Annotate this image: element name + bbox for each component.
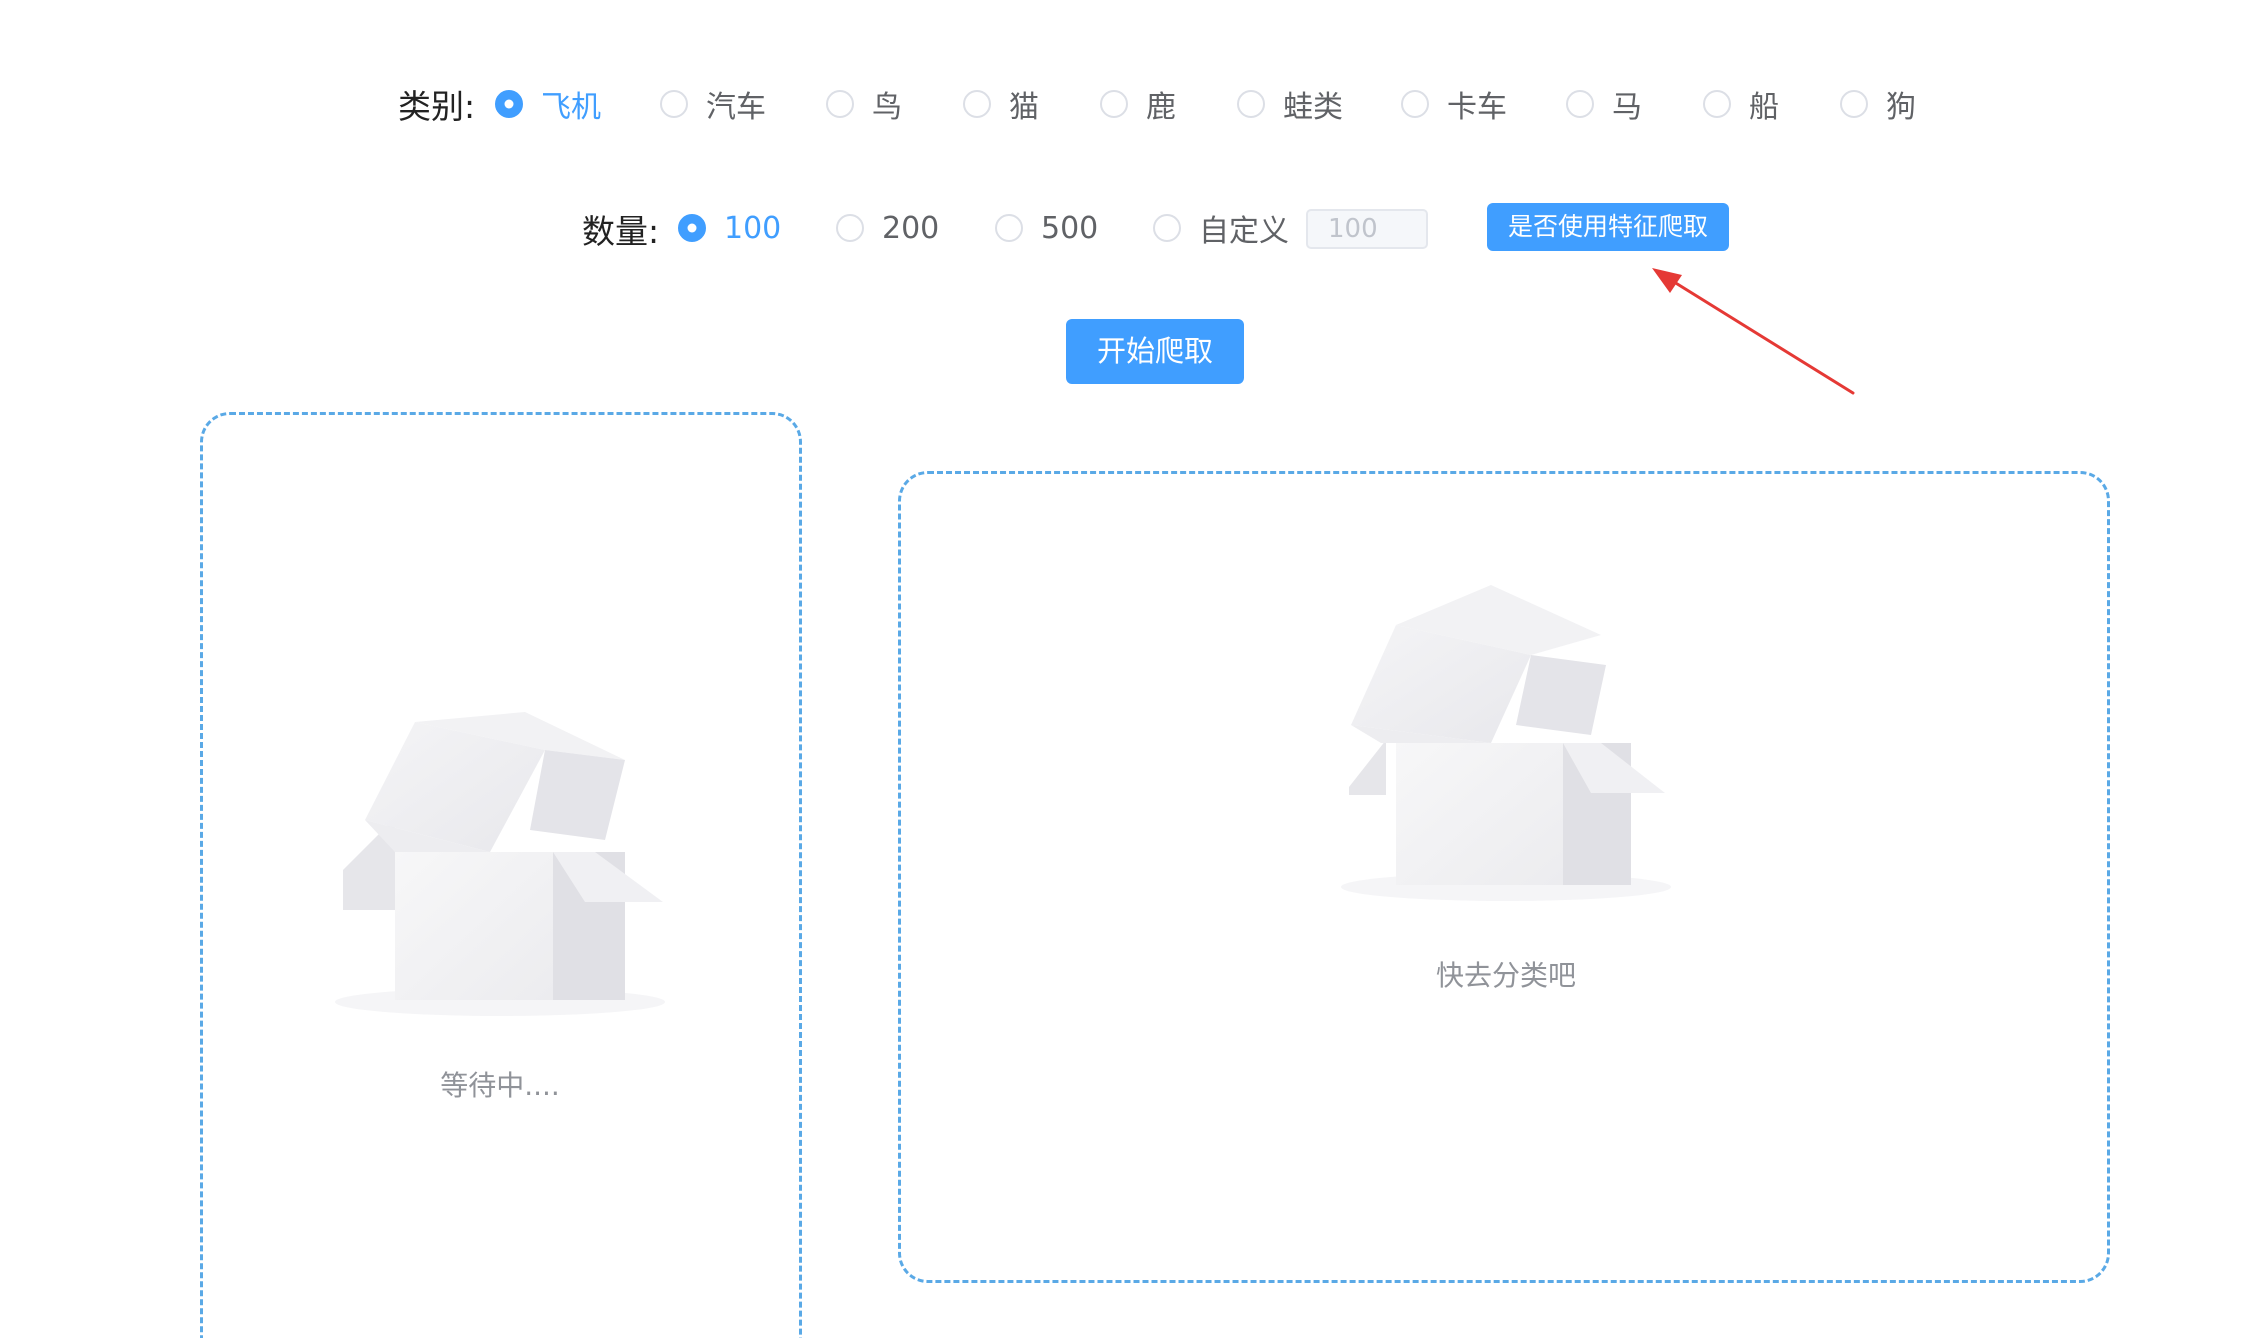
radio-label: 鹿 [1146,90,1176,125]
empty-box-icon [335,712,665,1016]
radio-icon[interactable] [826,90,854,118]
radio-label: 100 [724,210,782,246]
category-radio-frog[interactable]: 蛙类 [1237,79,1343,129]
classify-prompt-text: 快去分类吧 [1435,959,1576,992]
category-radio-horse[interactable]: 马 [1566,79,1642,129]
quantity-label: 数量: [582,212,660,251]
radio-label: 狗 [1886,90,1916,125]
radio-label: 汽车 [706,90,766,125]
radio-icon[interactable] [1703,90,1731,118]
category-radio-ship[interactable]: 船 [1703,79,1779,129]
empty-box-icon [1341,585,1671,901]
category-radio-airplane[interactable]: 飞机 [495,79,601,129]
radio-icon[interactable] [836,214,864,242]
category-radio-dog[interactable]: 狗 [1840,79,1916,129]
radio-label: 蛙类 [1283,90,1343,125]
radio-label: 鸟 [872,90,902,125]
category-radio-cat[interactable]: 猫 [963,79,1039,129]
category-radio-deer[interactable]: 鹿 [1100,79,1176,129]
category-row: 类别: [398,74,475,134]
radio-label: 自定义 [1199,214,1289,249]
radio-icon[interactable] [1566,90,1594,118]
page: 类别: 飞机 汽车 鸟 猫 鹿 蛙类 卡车 马 船 狗 数量: 100 200 … [0,0,2246,1338]
radio-icon[interactable] [1401,90,1429,118]
radio-label: 马 [1612,90,1642,125]
category-radio-truck[interactable]: 卡车 [1401,79,1507,129]
radio-label: 500 [1041,210,1099,246]
radio-label: 船 [1749,90,1779,125]
quantity-radio-500[interactable]: 500 [995,203,1098,253]
radio-checked-icon[interactable] [678,214,706,242]
radio-icon[interactable] [660,90,688,118]
category-radio-bird[interactable]: 鸟 [826,79,902,129]
radio-label: 200 [882,210,940,246]
custom-quantity-input[interactable] [1306,209,1428,249]
category-radio-car[interactable]: 汽车 [660,79,766,129]
quantity-radio-100[interactable]: 100 [678,203,781,253]
start-crawl-button[interactable]: 开始爬取 [1066,319,1244,384]
quantity-row: 数量: [582,199,659,259]
feature-extraction-button[interactable]: 是否使用特征爬取 [1487,203,1729,251]
radio-icon[interactable] [1840,90,1868,118]
radio-checked-icon[interactable] [495,90,523,118]
category-label: 类别: [398,87,476,126]
red-arrow-icon [1652,268,1855,395]
waiting-text: 等待中.... [440,1069,560,1102]
radio-label: 猫 [1009,90,1039,125]
radio-label: 卡车 [1447,90,1507,125]
radio-icon[interactable] [1100,90,1128,118]
quantity-radio-custom[interactable]: 自定义 [1153,203,1289,253]
radio-icon[interactable] [1153,214,1181,242]
radio-icon[interactable] [1237,90,1265,118]
radio-label: 飞机 [541,90,601,125]
radio-icon[interactable] [995,214,1023,242]
radio-icon[interactable] [963,90,991,118]
quantity-radio-200[interactable]: 200 [836,203,939,253]
